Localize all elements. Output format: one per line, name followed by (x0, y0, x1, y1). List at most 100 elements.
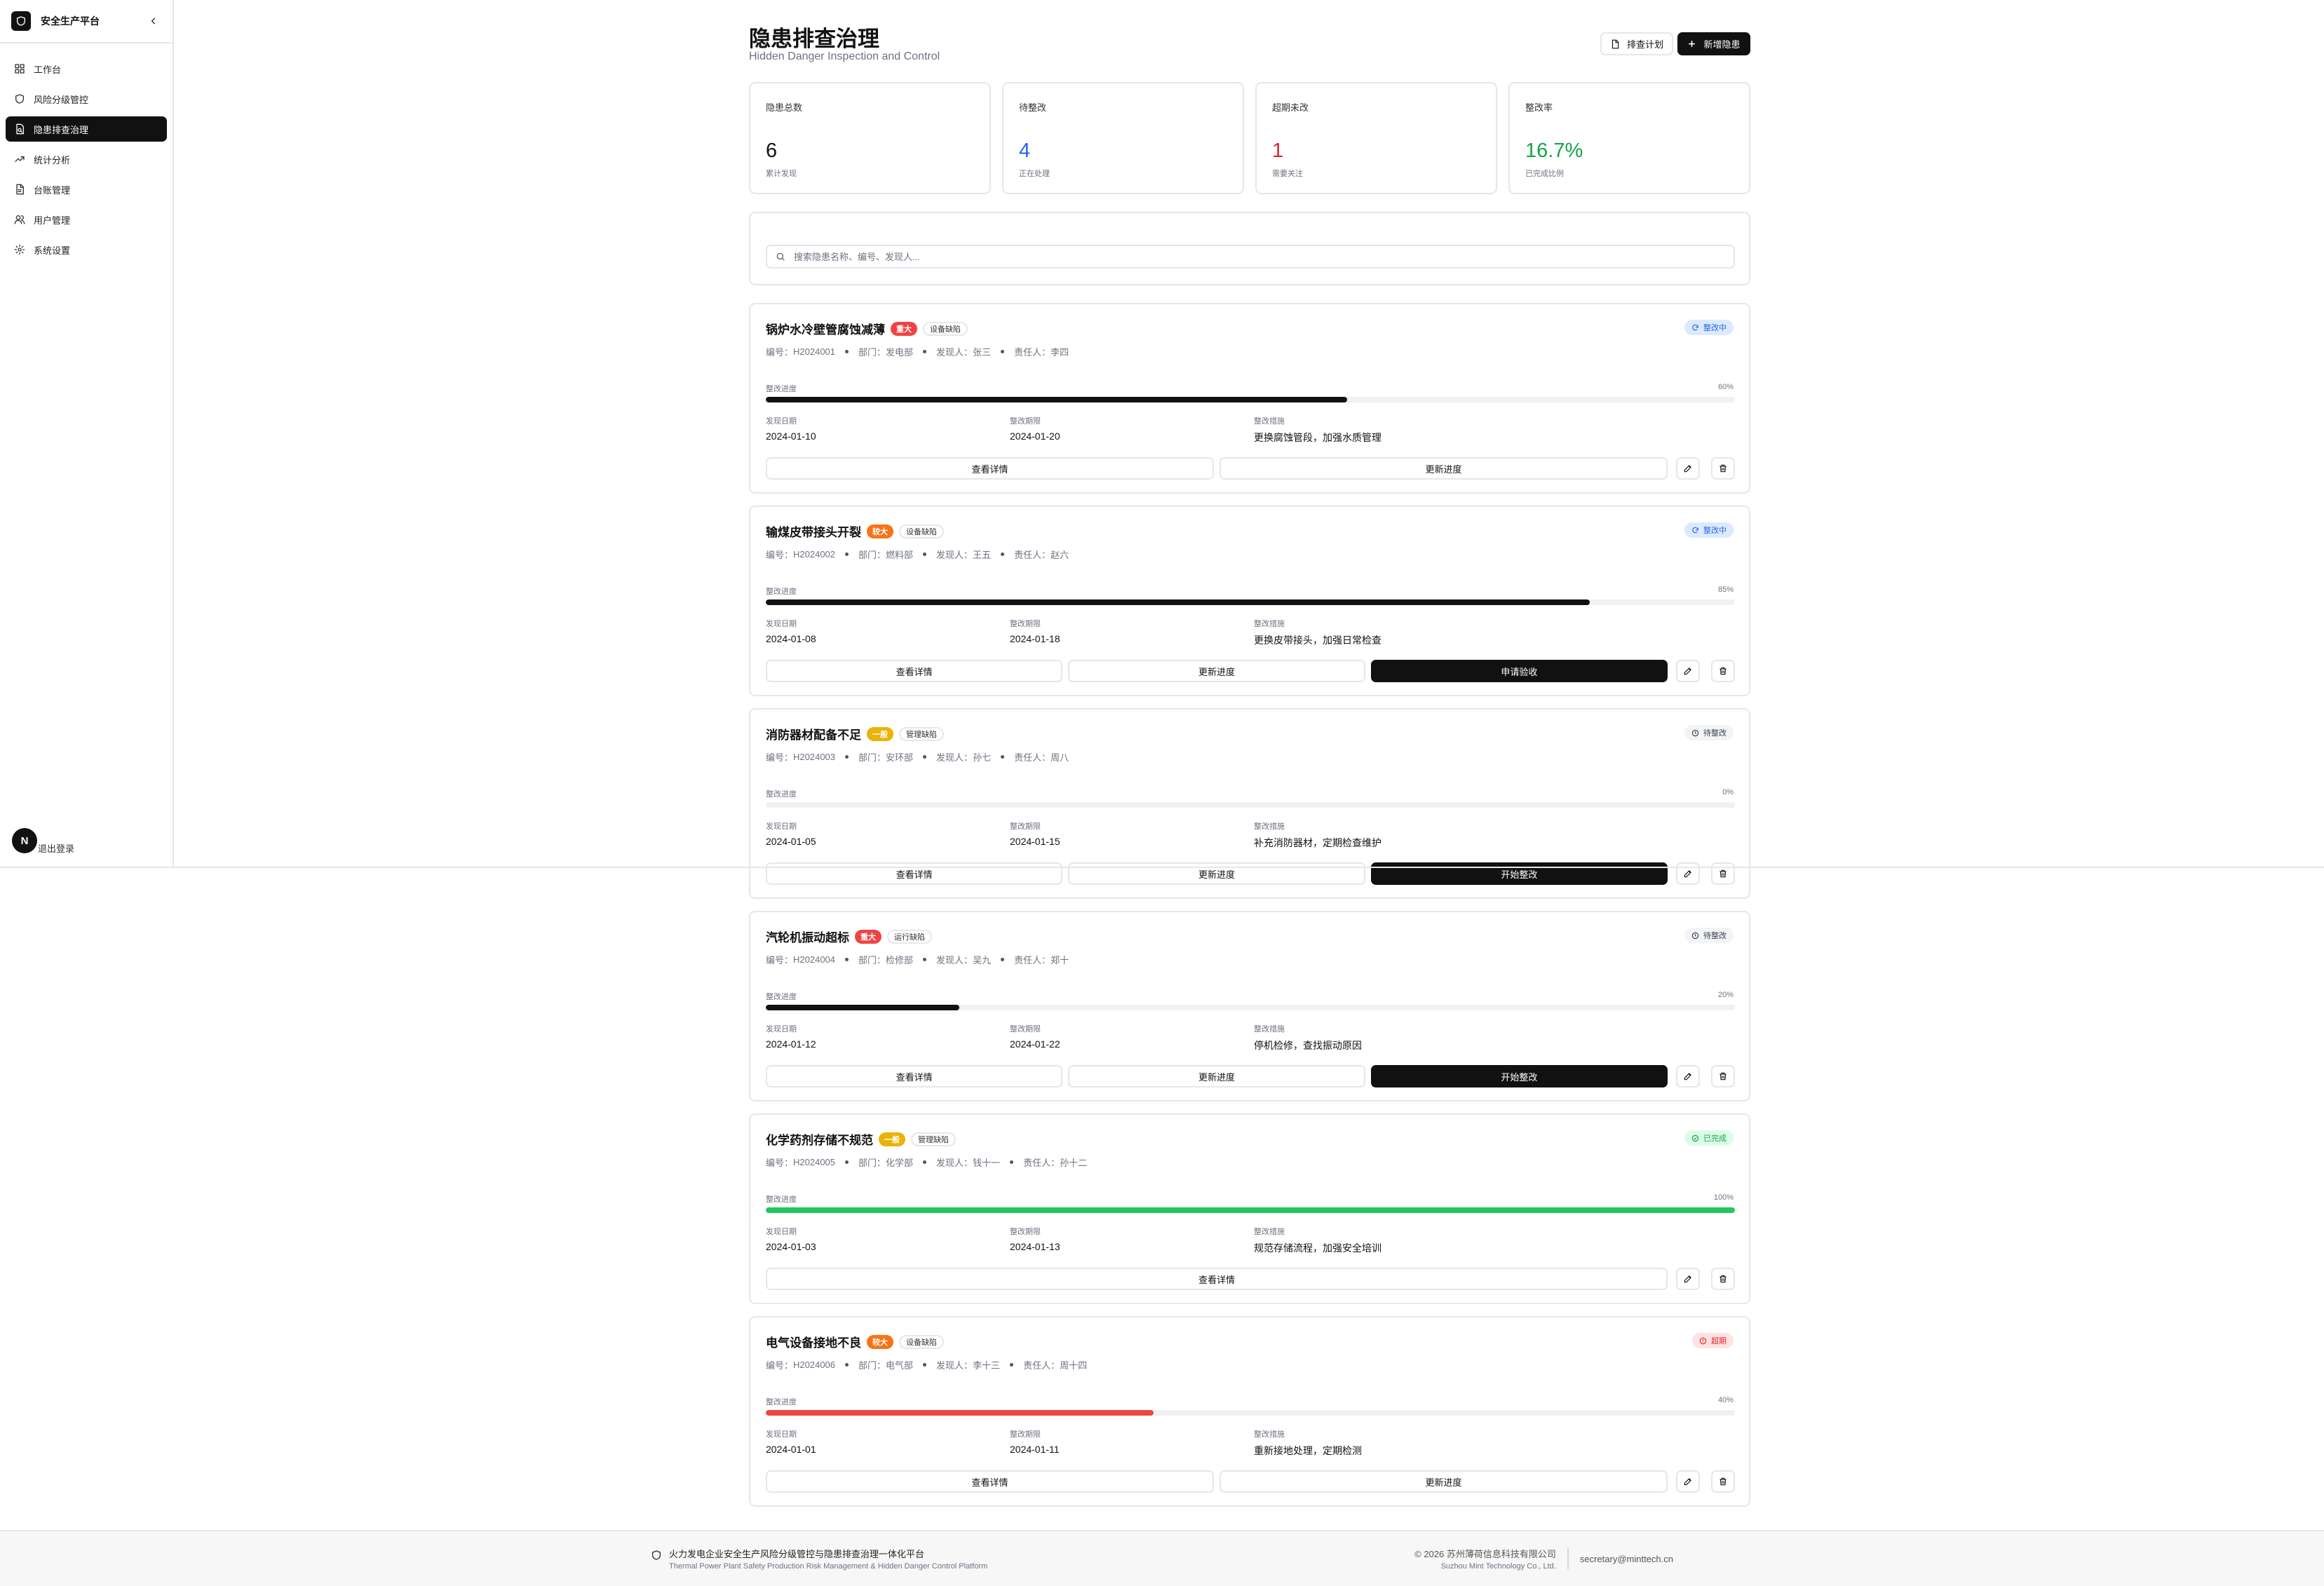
found-date-cell: 发现日期 2024-01-01 (766, 1428, 816, 1455)
measure-value: 重新接地处理，定期检测 (1254, 1445, 1362, 1456)
action-button[interactable]: 更新进度 (1068, 1065, 1365, 1087)
delete-button[interactable] (1710, 1065, 1735, 1087)
action-button[interactable]: 查看详情 (766, 660, 1063, 682)
hazard-code: H2024004 (793, 954, 836, 965)
hazard-meta: 编号： H2024005 部门： 化学部 发现人： 钱十一 责任人： 孙十二 (766, 1155, 1087, 1169)
edit-button[interactable] (1675, 1065, 1700, 1087)
hazard-finder: 李十三 (973, 1360, 1001, 1371)
sidebar-item-5[interactable]: 用户管理 (6, 207, 167, 232)
deadline-label: 整改期限 (1010, 1228, 1041, 1236)
edit-button[interactable] (1676, 457, 1700, 480)
finder-label: 发现人： (936, 1158, 973, 1168)
action-button[interactable]: 更新进度 (1220, 457, 1668, 480)
hazard-name[interactable]: 汽轮机振动超标 (766, 928, 849, 945)
action-button[interactable]: 开始整改 (1370, 862, 1668, 885)
owner-label: 责任人： (1014, 550, 1051, 560)
deadline-value: 2024-01-18 (1010, 633, 1060, 644)
owner-label: 责任人： (1014, 347, 1051, 358)
dashboard-icon (15, 64, 25, 74)
sidebar-header: 安全生产平台 (0, 0, 173, 43)
measure-label: 整改措施 (1254, 620, 1285, 628)
progress-label: 整改进度 (766, 1398, 797, 1407)
inspection-plan-button[interactable]: 排查计划 (1600, 32, 1673, 55)
found-date-label: 发现日期 (766, 417, 797, 426)
delete-button[interactable] (1711, 1470, 1735, 1493)
meta-separator (1010, 1363, 1014, 1367)
sidebar-item-4[interactable]: 台账管理 (6, 177, 167, 202)
hazard-name[interactable]: 锅炉水冷壁管腐蚀减薄 (766, 320, 885, 337)
hazard-name[interactable]: 输煤皮带接头开裂 (766, 522, 861, 540)
severity-badge: 重大 (855, 929, 881, 944)
measure-value: 规范存储流程，加强安全培训 (1254, 1242, 1381, 1254)
sidebar-item-2[interactable]: 隐患排查治理 (6, 116, 167, 142)
action-button[interactable]: 申请验收 (1370, 660, 1668, 682)
progress-bar (766, 802, 1735, 808)
edit-icon (1684, 870, 1691, 878)
hazard-name[interactable]: 电气设备接地不良 (766, 1333, 861, 1350)
collapse-sidebar-button[interactable] (146, 13, 161, 29)
meta-separator (845, 1160, 849, 1164)
action-button[interactable]: 查看详情 (766, 862, 1063, 885)
status-badge: 已完成 (1684, 1130, 1734, 1146)
avatar[interactable]: N (12, 828, 37, 853)
status-label: 整改中 (1703, 527, 1727, 535)
action-button[interactable]: 查看详情 (766, 1065, 1063, 1087)
stat-card: 整改率 16.7% 已完成比例 (1508, 82, 1750, 194)
stat-label: 隐患总数 (766, 102, 803, 113)
hazard-title-row: 化学药剂存储不规范 一般 管理缺陷 (766, 1130, 956, 1148)
hazard-title-row: 消防器材配备不足 一般 管理缺陷 (766, 725, 944, 743)
delete-button[interactable] (1710, 660, 1735, 682)
hazard-finder: 钱十一 (973, 1158, 1001, 1168)
edit-button[interactable] (1676, 1268, 1700, 1290)
hazard-owner: 周八 (1050, 752, 1069, 763)
sidebar-item-label: 隐患排查治理 (34, 124, 89, 135)
measure-cell: 整改措施 规范存储流程，加强安全培训 (1254, 1226, 1381, 1255)
hazard-card: 电气设备接地不良 较大 设备缺陷 超期 编号： H2024006 部门： 电气部 发现人： 李十三… (749, 1316, 1750, 1507)
hazard-owner: 周十四 (1060, 1360, 1088, 1371)
action-button[interactable]: 开始整改 (1370, 1065, 1668, 1087)
footer-email-link[interactable]: secretary@minttech.cn (1580, 1554, 1673, 1564)
hazard-name[interactable]: 化学药剂存储不规范 (766, 1130, 873, 1148)
hazard-code: H2024006 (793, 1360, 836, 1370)
hazard-dept: 化学部 (886, 1158, 914, 1168)
search-input[interactable] (794, 251, 1635, 262)
hazard-name[interactable]: 消防器材配备不足 (766, 725, 861, 743)
shield-logo-icon (11, 11, 31, 31)
dept-label: 部门： (858, 752, 886, 763)
progress-bar (766, 1207, 1735, 1213)
action-button[interactable]: 查看详情 (766, 457, 1214, 480)
edit-button[interactable] (1675, 862, 1700, 885)
status-label: 超期 (1711, 1337, 1727, 1346)
edit-icon (1684, 1073, 1691, 1080)
progress-value: 20% (1717, 991, 1734, 999)
card-actions: 查看详情 更新进度 申请验收 (766, 660, 1735, 682)
edit-icon (1684, 1478, 1691, 1486)
action-button[interactable]: 查看详情 (766, 1268, 1668, 1290)
delete-button[interactable] (1710, 862, 1735, 885)
action-button[interactable]: 更新进度 (1068, 862, 1365, 885)
category-tag: 设备缺陷 (899, 1334, 944, 1349)
action-button[interactable]: 更新进度 (1068, 660, 1365, 682)
sidebar-item-3[interactable]: 统计分析 (6, 147, 167, 172)
action-button[interactable]: 更新进度 (1220, 1470, 1668, 1493)
sidebar-item-6[interactable]: 系统设置 (6, 237, 167, 262)
edit-button[interactable] (1676, 1470, 1700, 1493)
progress-bar (766, 1410, 1735, 1416)
progress-value: 85% (1717, 585, 1734, 594)
progress-fill (766, 1005, 960, 1010)
sidebar-item-0[interactable]: 工作台 (6, 56, 167, 81)
sidebar-item-1[interactable]: 风险分级管控 (6, 86, 167, 111)
edit-button[interactable] (1675, 660, 1700, 682)
meta-separator (1010, 1160, 1014, 1164)
delete-button[interactable] (1711, 1268, 1735, 1290)
search-field[interactable] (766, 245, 1735, 269)
add-hazard-button[interactable]: 新增隐患 (1677, 32, 1750, 55)
measure-label: 整改措施 (1254, 1025, 1285, 1033)
delete-button[interactable] (1711, 457, 1735, 480)
trash-icon (1720, 1275, 1727, 1283)
deadline-value: 2024-01-15 (1010, 836, 1060, 847)
progress-bar (766, 599, 1735, 605)
progress-value: 40% (1717, 1396, 1734, 1404)
action-button[interactable]: 查看详情 (766, 1470, 1214, 1493)
plus-icon (1689, 41, 1696, 47)
